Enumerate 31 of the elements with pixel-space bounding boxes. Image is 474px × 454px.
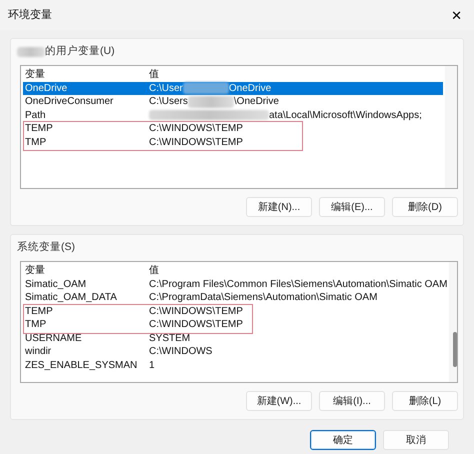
list-row[interactable]: TMP C:\WINDOWS\TEMP	[23, 318, 448, 332]
column-header: 值	[149, 264, 159, 278]
blurred-patch	[182, 82, 229, 94]
dialog-button[interactable]: 确定	[310, 430, 376, 450]
group-label: 系统变量(S)	[17, 240, 75, 256]
list-row[interactable]: OneDrive C:\User OneDrive	[23, 82, 443, 95]
list-row[interactable]: TEMP C:\WINDOWS\TEMP	[23, 304, 448, 318]
list-row[interactable]: USERNAME SYSTEM	[23, 332, 448, 345]
action-button[interactable]: 编辑(I)...	[319, 391, 385, 411]
action-button[interactable]: 删除(L)	[392, 391, 458, 411]
close-button[interactable]: ✕	[447, 8, 466, 22]
list-row[interactable]: TEMP C:\WINDOWS\TEMP	[23, 122, 443, 136]
column-header: 值	[149, 68, 159, 82]
list-row[interactable]: windir C:\WINDOWS	[23, 345, 448, 358]
column-header: 变量	[24, 264, 46, 278]
column-header: 变量	[24, 68, 46, 82]
list-row[interactable]: Simatic_OAM_DATA C:\ProgramData\Siemens\Automation\Simatic OAM	[23, 291, 448, 304]
action-button[interactable]: 新建(N)...	[246, 197, 312, 217]
window-title: 环境变量	[8, 8, 52, 23]
action-button[interactable]: 删除(D)	[392, 197, 458, 217]
list-row[interactable]: Path ata\Local\Microsoft\WindowsApps;	[23, 108, 443, 122]
scrollbar-thumb[interactable]	[453, 332, 457, 367]
dialog-button[interactable]: 取消	[383, 430, 449, 450]
group-label: 的用户变量(U)	[45, 44, 115, 60]
list-row[interactable]: Simatic_OAM C:\Program Files\Common Files\Siemens\Automation\Simatic OAM	[23, 278, 448, 291]
list-row[interactable]: ZES_ENABLE_SYSMAN 1	[23, 358, 448, 372]
action-button[interactable]: 新建(W)...	[246, 391, 312, 411]
list-row[interactable]: TMP C:\WINDOWS\TEMP	[23, 136, 443, 149]
action-button[interactable]: 编辑(E)...	[319, 197, 385, 217]
list-row[interactable]: OneDriveConsumer C:\Users \OneDrive	[23, 95, 443, 108]
blurred-patch	[188, 96, 234, 108]
